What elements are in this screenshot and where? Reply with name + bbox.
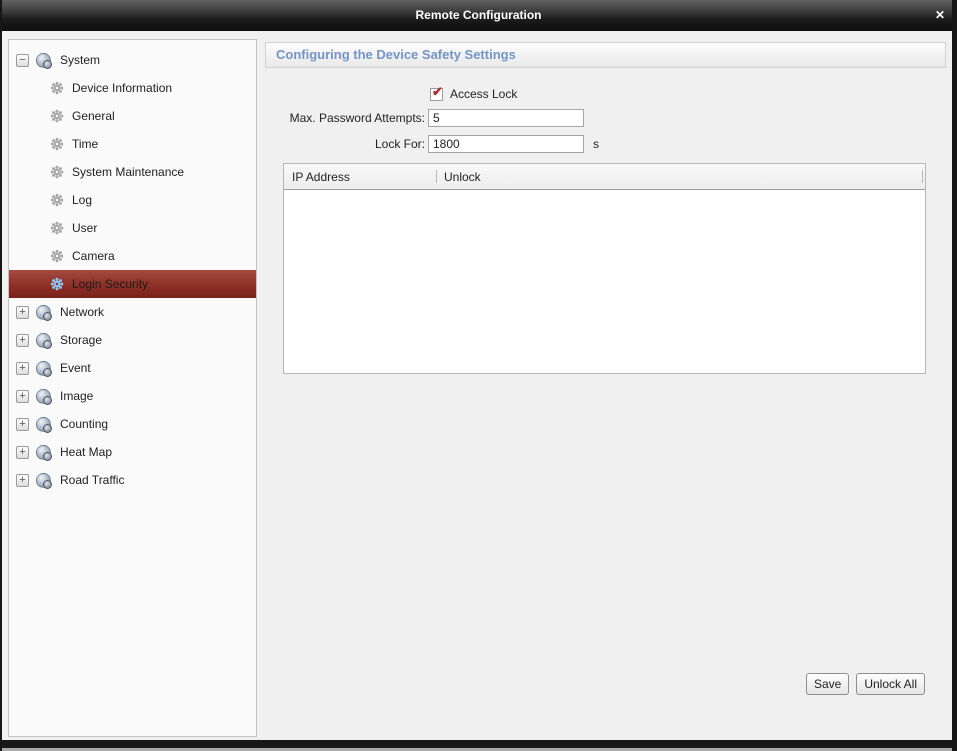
sidebar-item-log[interactable]: Log	[9, 186, 256, 214]
sidebar-item-network[interactable]: + Network	[9, 298, 256, 326]
sidebar-item-system-maintenance[interactable]: System Maintenance	[9, 158, 256, 186]
module-globe-icon	[36, 361, 51, 376]
table-header-row: IP Address Unlock	[284, 164, 925, 190]
gear-icon	[50, 137, 64, 151]
gear-icon	[50, 193, 64, 207]
column-divider[interactable]	[436, 170, 437, 183]
lock-for-label: Lock For:	[262, 137, 425, 151]
gear-icon	[50, 109, 64, 123]
module-globe-icon	[36, 417, 51, 432]
title-bar: Remote Configuration ✕	[0, 0, 957, 31]
checkmark-icon: ✔	[432, 85, 443, 98]
module-globe-icon	[36, 333, 51, 348]
gear-icon	[50, 221, 64, 235]
window-bottom-frame	[0, 740, 957, 748]
sidebar-item-camera[interactable]: Camera	[9, 242, 256, 270]
column-divider	[922, 170, 923, 183]
expand-icon[interactable]: +	[16, 334, 29, 347]
column-header-unlock[interactable]: Unlock	[444, 170, 481, 184]
seconds-unit-label: s	[593, 137, 599, 151]
settings-tree: − System Device Information General Time…	[8, 39, 257, 737]
lock-for-input[interactable]	[428, 135, 584, 153]
table-body-empty	[284, 190, 925, 373]
page-title: Configuring the Device Safety Settings	[265, 42, 946, 68]
sidebar-item-heat-map[interactable]: + Heat Map	[9, 438, 256, 466]
expand-icon[interactable]: +	[16, 446, 29, 459]
save-button[interactable]: Save	[806, 673, 849, 695]
window-title: Remote Configuration	[0, 0, 957, 30]
access-lock-row: ✔ Access Lock	[430, 87, 517, 101]
sidebar-item-image[interactable]: + Image	[9, 382, 256, 410]
gear-icon	[50, 277, 64, 291]
sidebar-item-user[interactable]: User	[9, 214, 256, 242]
access-lock-label: Access Lock	[450, 87, 517, 101]
gear-icon	[50, 81, 64, 95]
action-buttons: Save Unlock All	[806, 673, 925, 695]
unlock-all-button[interactable]: Unlock All	[856, 673, 925, 695]
sidebar-item-time[interactable]: Time	[9, 130, 256, 158]
module-globe-icon	[36, 473, 51, 488]
close-icon[interactable]: ✕	[935, 0, 945, 30]
sidebar-item-device-information[interactable]: Device Information	[9, 74, 256, 102]
sidebar-item-storage[interactable]: + Storage	[9, 326, 256, 354]
module-globe-icon	[36, 445, 51, 460]
sidebar-item-counting[interactable]: + Counting	[9, 410, 256, 438]
expand-icon[interactable]: +	[16, 362, 29, 375]
expand-icon[interactable]: +	[16, 306, 29, 319]
max-password-attempts-input[interactable]	[428, 109, 584, 127]
lock-for-row: Lock For: s	[262, 135, 599, 153]
locked-ip-table: IP Address Unlock	[283, 163, 926, 374]
column-header-ip-address[interactable]: IP Address	[284, 170, 436, 184]
gear-icon	[50, 165, 64, 179]
expand-icon[interactable]: +	[16, 390, 29, 403]
collapse-icon[interactable]: −	[16, 54, 29, 67]
sidebar-item-road-traffic[interactable]: + Road Traffic	[9, 466, 256, 494]
sidebar-item-event[interactable]: + Event	[9, 354, 256, 382]
module-globe-icon	[36, 389, 51, 404]
gear-icon	[50, 249, 64, 263]
module-globe-icon	[36, 305, 51, 320]
expand-icon[interactable]: +	[16, 474, 29, 487]
max-password-attempts-label: Max. Password Attempts:	[262, 111, 425, 125]
settings-panel: Configuring the Device Safety Settings ✔…	[262, 31, 948, 740]
sidebar-item-system[interactable]: − System	[9, 46, 256, 74]
remote-configuration-window: Remote Configuration ✕ − System Device I…	[0, 0, 957, 751]
sidebar-item-general[interactable]: General	[9, 102, 256, 130]
expand-icon[interactable]: +	[16, 418, 29, 431]
sidebar-item-login-security[interactable]: Login Security	[9, 270, 256, 298]
access-lock-checkbox[interactable]: ✔	[430, 88, 443, 101]
max-password-attempts-row: Max. Password Attempts:	[262, 109, 584, 127]
module-globe-icon	[36, 53, 51, 68]
